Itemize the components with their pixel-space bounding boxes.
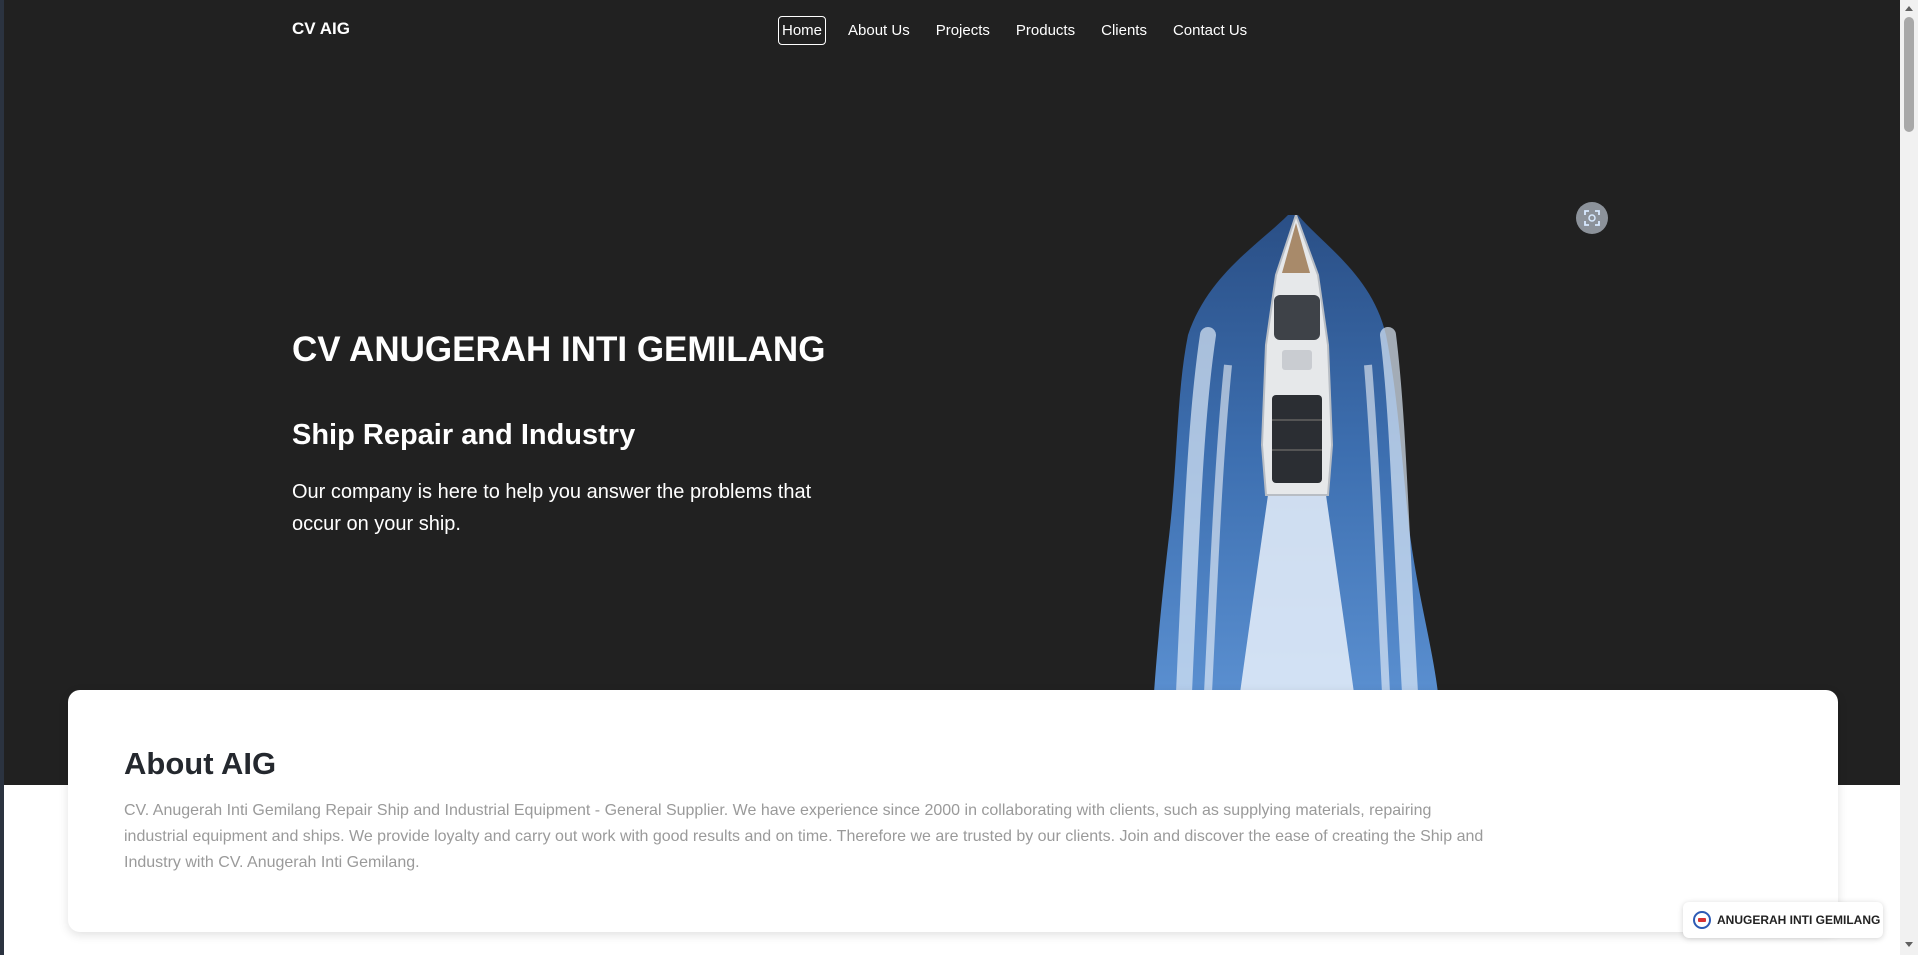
about-title: About AIG — [124, 746, 277, 781]
hero-subtitle: Ship Repair and Industry — [292, 419, 636, 451]
scroll-up-icon[interactable] — [1905, 6, 1913, 11]
fullscreen-button[interactable] — [1576, 202, 1608, 234]
navbar: CV AIG Home About Us Projects Products C… — [0, 0, 1900, 60]
nav-menu: Home About Us Projects Products Clients … — [778, 16, 1269, 45]
hero-title: CV ANUGERAH INTI GEMILANG — [292, 330, 826, 369]
nav-about-us[interactable]: About Us — [844, 16, 914, 45]
hero-section — [4, 0, 1900, 785]
about-card: About AIG CV. Anugerah Inti Gemilang Rep… — [68, 690, 1838, 932]
scroll-down-icon[interactable] — [1905, 942, 1913, 947]
page-scrollbar[interactable] — [1900, 0, 1918, 955]
fullscreen-icon — [1584, 210, 1600, 226]
speedboat-aerial-image — [1154, 215, 1438, 693]
nav-clients[interactable]: Clients — [1097, 16, 1151, 45]
nav-products[interactable]: Products — [1012, 16, 1079, 45]
company-badge[interactable]: ANUGERAH INTI GEMILANG — [1683, 902, 1883, 938]
brand-logo-text[interactable]: CV AIG — [292, 19, 350, 39]
nav-projects[interactable]: Projects — [932, 16, 994, 45]
about-text: CV. Anugerah Inti Gemilang Repair Ship a… — [124, 802, 1484, 871]
nav-contact-us[interactable]: Contact Us — [1169, 16, 1251, 45]
window-border — [0, 0, 4, 955]
company-logo-icon — [1693, 911, 1711, 929]
badge-label: ANUGERAH INTI GEMILANG — [1717, 913, 1881, 927]
hero-description: Our company is here to help you answer t… — [292, 481, 812, 535]
nav-home[interactable]: Home — [778, 16, 827, 45]
scroll-thumb[interactable] — [1904, 17, 1914, 132]
